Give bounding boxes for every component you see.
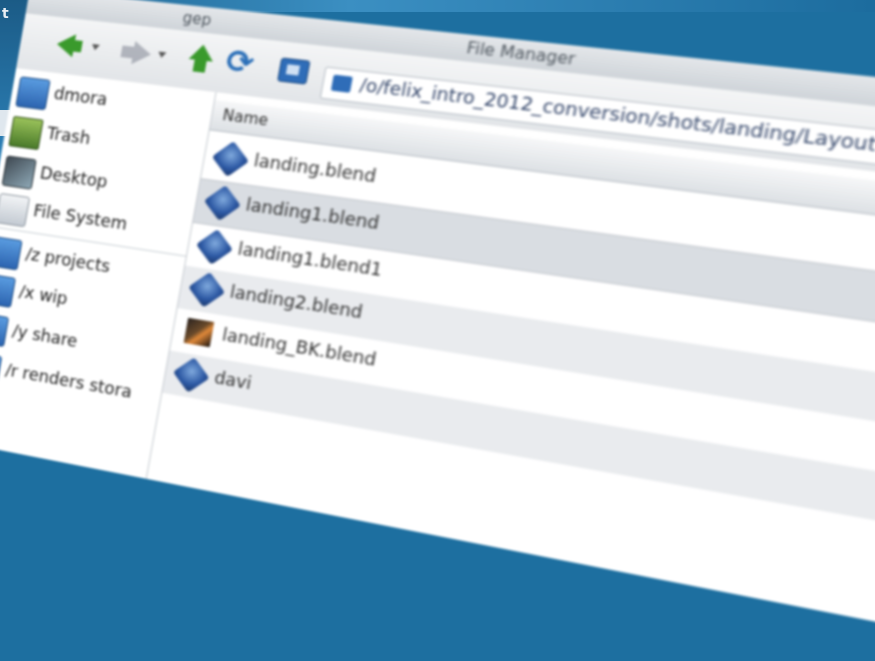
sidebar-item-label: /z projects [24, 245, 112, 278]
file-list: Name landing.blend landing1.blend landin… [146, 92, 875, 661]
trash-icon [8, 115, 44, 151]
arrow-right-icon[interactable] [119, 36, 154, 68]
sidebar-item-label: Desktop [38, 164, 109, 193]
blend-file-icon [211, 141, 250, 178]
sidebar-item-label: Trash [45, 124, 92, 150]
sidebar-item-label: /y share [10, 321, 79, 352]
file-name: landing.blend [252, 151, 378, 188]
desktop-label: t [2, 6, 9, 22]
sidebar-item-label: File System [31, 201, 129, 235]
blend-file-icon [188, 271, 226, 308]
blend-file-icon [172, 357, 210, 393]
arrow-up-icon[interactable] [183, 43, 218, 76]
folder-icon [0, 273, 17, 308]
sidebar-item-label: /x wip [17, 282, 69, 310]
folder-icon[interactable] [275, 53, 312, 86]
file-manager-window: gep File Manager /o/felix_intro_2012_con… [0, 0, 875, 661]
arrow-left-icon[interactable] [53, 28, 87, 60]
blend-file-icon [203, 185, 242, 222]
image-file-icon [183, 317, 215, 348]
blend-file-icon [195, 229, 234, 265]
reload-icon[interactable] [223, 48, 259, 81]
folder-icon [0, 312, 10, 348]
chevron-down-icon[interactable] [157, 51, 167, 59]
drive-icon [0, 192, 31, 228]
column-header-label: Name [221, 106, 270, 130]
window-app-name: gep [181, 8, 213, 30]
file-name: davi [212, 368, 253, 395]
folder-icon [0, 235, 23, 271]
file-name: landing1.blend [244, 195, 381, 235]
folder-icon [330, 74, 353, 93]
user-home-folder-icon [15, 76, 51, 111]
desktop-icon [1, 155, 37, 190]
folder-icon [0, 351, 3, 387]
chevron-down-icon[interactable] [91, 43, 100, 51]
sidebar-item-label: dmora [52, 84, 109, 111]
